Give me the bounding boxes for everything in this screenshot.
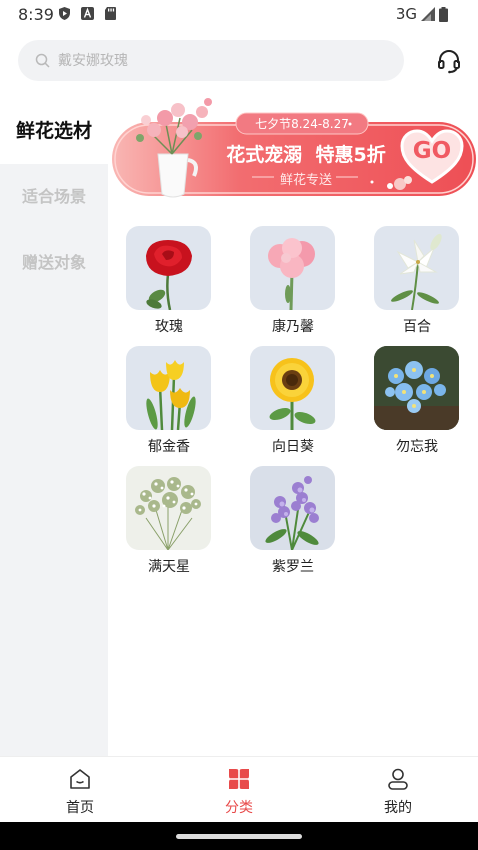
flower-name: 紫罗兰 bbox=[272, 559, 314, 575]
flower-item-rose[interactable]: 玫瑰 bbox=[110, 224, 230, 340]
flower-item-tulip[interactable]: 郁金香 bbox=[110, 344, 230, 460]
network-type: 3G bbox=[395, 5, 417, 23]
forget-me-not-image bbox=[374, 346, 459, 430]
signal-icon bbox=[421, 7, 435, 21]
sidebar-item-scenes[interactable]: 适合场景 bbox=[0, 164, 108, 230]
promo-banner[interactable]: 七夕节8.24-8.27 花式宠溺 特惠5折 鲜花专送 GO bbox=[110, 94, 478, 202]
search-input[interactable] bbox=[58, 40, 388, 81]
search-box[interactable] bbox=[18, 40, 404, 81]
flower-name: 康乃馨 bbox=[272, 319, 314, 335]
flower-item-violet[interactable]: 紫罗兰 bbox=[234, 464, 354, 580]
profile-icon bbox=[388, 768, 408, 790]
flower-item-forget-me-not[interactable]: 勿忘我 bbox=[358, 344, 478, 460]
banner-go-button[interactable]: GO bbox=[408, 138, 456, 164]
flower-name: 勿忘我 bbox=[396, 439, 438, 455]
status-time: 8:39 bbox=[18, 5, 54, 24]
notification-icons bbox=[58, 7, 117, 20]
font-app-icon bbox=[81, 7, 94, 20]
flower-name: 玫瑰 bbox=[155, 319, 183, 335]
flower-item-carnation[interactable]: 康乃馨 bbox=[234, 224, 354, 340]
home-icon bbox=[70, 769, 90, 789]
shield-icon bbox=[59, 7, 70, 20]
flower-item-babys-breath[interactable]: 满天星 bbox=[110, 464, 230, 580]
sidebar-item-recipients[interactable]: 赠送对象 bbox=[0, 230, 108, 296]
sunflower-image bbox=[250, 346, 335, 430]
violet-image bbox=[250, 466, 335, 550]
tulip-image bbox=[126, 346, 211, 430]
banner-tag: 七夕节8.24-8.27 bbox=[255, 117, 349, 131]
tab-home[interactable]: 首页 bbox=[20, 757, 140, 823]
flower-name: 百合 bbox=[403, 319, 431, 335]
tab-label: 我的 bbox=[384, 800, 412, 816]
status-bar: 8:39 3G bbox=[0, 0, 478, 28]
bottom-tab-bar: 首页 分类 我的 bbox=[0, 756, 478, 822]
carnation-image bbox=[250, 226, 335, 310]
sidebar-item-materials[interactable]: 鲜花选材 bbox=[0, 98, 108, 164]
babys-breath-image bbox=[126, 466, 211, 550]
tab-profile[interactable]: 我的 bbox=[338, 757, 458, 823]
flower-item-sunflower[interactable]: 向日葵 bbox=[234, 344, 354, 460]
flower-name: 郁金香 bbox=[148, 439, 190, 455]
flower-name: 满天星 bbox=[148, 559, 190, 575]
tab-category[interactable]: 分类 bbox=[179, 757, 299, 823]
flower-item-lily[interactable]: 百合 bbox=[358, 224, 478, 340]
home-gesture-pill[interactable] bbox=[176, 834, 302, 839]
lily-image bbox=[374, 226, 459, 310]
rose-image bbox=[126, 226, 211, 310]
banner-subtitle: 鲜花专送 bbox=[279, 173, 332, 188]
tab-label: 分类 bbox=[225, 800, 253, 816]
flower-name: 向日葵 bbox=[272, 439, 314, 455]
search-icon bbox=[35, 53, 50, 68]
sd-card-icon bbox=[105, 7, 116, 20]
tab-label: 首页 bbox=[66, 800, 94, 816]
status-right: 3G bbox=[396, 5, 448, 23]
banner-headline: 花式宠溺 特惠5折 bbox=[226, 144, 386, 166]
headset-icon[interactable] bbox=[436, 48, 462, 74]
battery-icon bbox=[439, 6, 448, 22]
system-nav-bar bbox=[0, 822, 478, 850]
search-row bbox=[0, 40, 478, 82]
category-icon bbox=[228, 768, 250, 790]
category-sidebar: 鲜花选材 适合场景 赠送对象 bbox=[0, 98, 108, 756]
